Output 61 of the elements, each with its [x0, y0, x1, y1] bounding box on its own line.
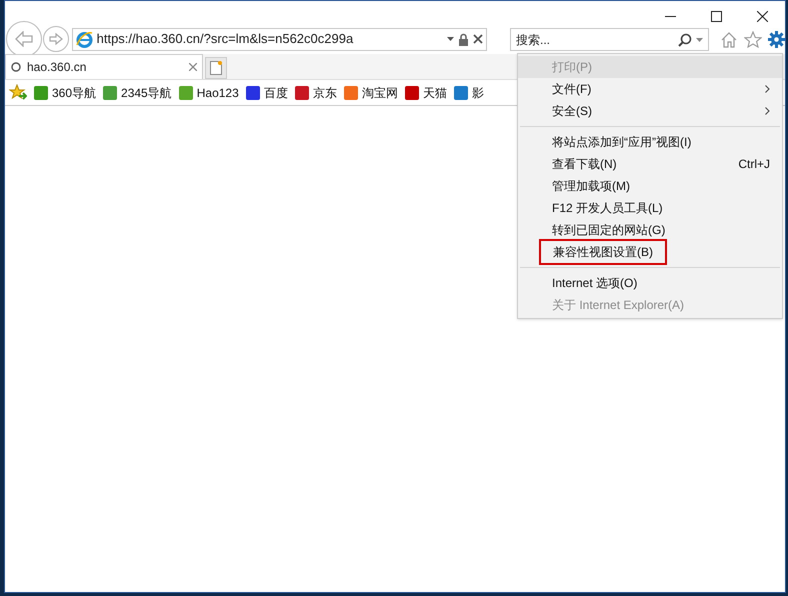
site-icon	[178, 84, 194, 100]
menu-item[interactable]: F12 开发人员工具(L)	[518, 197, 782, 219]
menu-item[interactable]: 查看下载(N) Ctrl+J	[518, 153, 782, 175]
close-icon[interactable]	[473, 34, 483, 44]
site-icon	[33, 84, 49, 100]
menu-item[interactable]: 安全(S)	[518, 100, 782, 122]
home-icon[interactable]	[720, 30, 738, 48]
forward-button[interactable]	[42, 26, 69, 52]
menu-item-label: 文件(F)	[552, 81, 592, 98]
tab[interactable]: hao.360.cn	[5, 54, 203, 79]
favorite-link[interactable]: 天猫	[404, 84, 447, 102]
lock-icon[interactable]	[458, 32, 469, 46]
tab-title: hao.360.cn	[27, 59, 88, 76]
menu-item-label: Internet 选项(O)	[552, 275, 638, 292]
site-icon	[102, 84, 118, 100]
favorite-link[interactable]: 淘宝网	[342, 84, 398, 102]
search-icon[interactable]	[678, 32, 692, 46]
menu-item-label: 关于 Internet Explorer(A)	[552, 297, 684, 314]
favorite-link[interactable]: 2345导航	[102, 84, 172, 102]
menu-item-label: 管理加载项(M)	[552, 178, 630, 195]
favorite-link[interactable]: 360导航	[33, 84, 96, 102]
favorite-link[interactable]: 百度	[244, 84, 288, 102]
menu-item-label: 打印(P)	[552, 59, 592, 76]
favorites-star-icon[interactable]	[9, 84, 27, 102]
star-icon[interactable]	[744, 30, 762, 48]
site-icon	[404, 84, 420, 100]
site-icon	[294, 84, 310, 100]
close-icon[interactable]	[189, 63, 197, 71]
menu-item[interactable]: Internet 选项(O)	[518, 272, 782, 294]
menu-item-label: 安全(S)	[552, 103, 592, 120]
menu-item[interactable]: 文件(F)	[518, 78, 782, 100]
highlighted-menu-label: 兼容性视图设置(B)	[539, 239, 667, 265]
forward-arrow-icon	[48, 33, 64, 45]
favorite-link[interactable]: Hao123	[178, 84, 239, 102]
settings-icon[interactable]	[768, 30, 785, 48]
close-icon	[756, 10, 768, 22]
back-arrow-icon	[14, 31, 34, 47]
dropdown-arrow-icon[interactable]	[696, 38, 703, 42]
menu-item[interactable]: 转到已固定的网站(G)	[518, 219, 782, 241]
site-icon	[244, 84, 261, 100]
menu-item-label: 将站点添加到“应用”视图(I)	[552, 134, 692, 151]
address-bar[interactable]: https://hao.360.cn/?src=lm&ls=n562c0c299a	[72, 28, 487, 50]
new-tab-button[interactable]	[205, 57, 227, 79]
dropdown-arrow-icon[interactable]	[447, 37, 454, 41]
loading-icon	[11, 62, 21, 72]
menu-item[interactable]: 兼容性视图设置(B)	[518, 241, 782, 263]
browser-logo-icon	[76, 30, 93, 48]
menu-item-label: 查看下载(N)	[552, 156, 617, 173]
site-icon	[342, 84, 359, 100]
site-icon	[452, 84, 469, 100]
menu-item[interactable]: 将站点添加到“应用”视图(I)	[518, 131, 782, 153]
new-page-icon	[210, 61, 222, 75]
favorite-link[interactable]: 京东	[294, 84, 337, 102]
maximize-icon	[710, 10, 722, 22]
menu-item-label: F12 开发人员工具(L)	[552, 200, 663, 217]
menu-item[interactable]: 管理加载项(M)	[518, 175, 782, 197]
shortcut-text: Ctrl+J	[738, 156, 770, 173]
search-field[interactable]: 搜索...	[510, 28, 709, 51]
menu-item-label: 转到已固定的网站(G)	[552, 222, 666, 239]
url-text: https://hao.360.cn/?src=lm&ls=n562c0c299a	[96, 30, 354, 48]
favorite-link[interactable]: 影	[452, 84, 484, 102]
